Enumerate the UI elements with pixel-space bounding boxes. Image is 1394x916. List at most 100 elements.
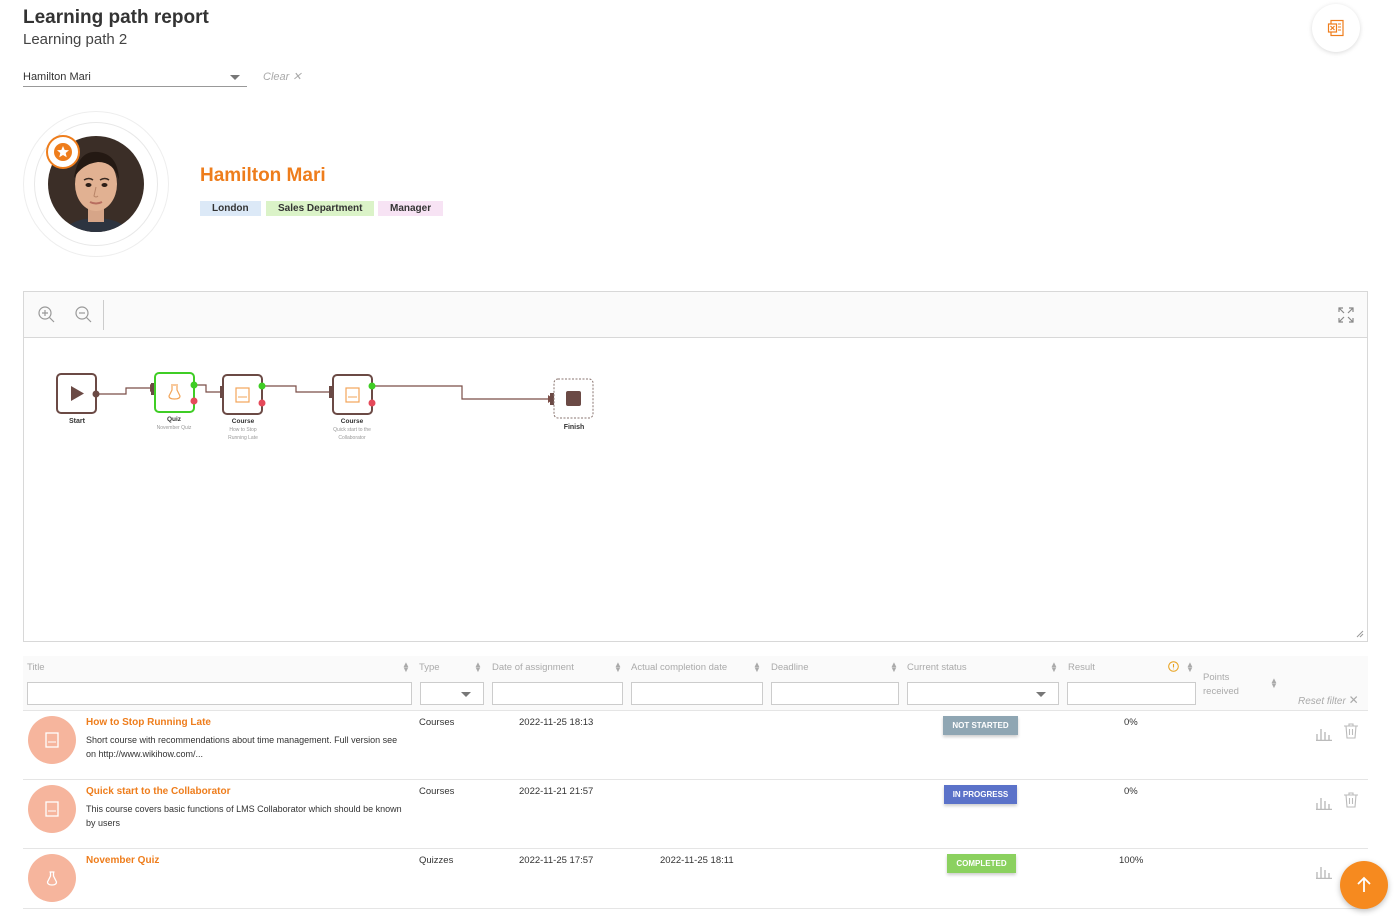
table-row: Quick start to the Collaborator This cou… xyxy=(23,780,1368,849)
user-select-value: Hamilton Mari xyxy=(23,71,91,83)
sort-icon[interactable]: ▲ ▼ xyxy=(402,661,410,674)
item-type: Courses xyxy=(419,786,455,797)
item-type: Courses xyxy=(419,717,455,728)
diagram-node-sublabel: November Quiz xyxy=(157,425,192,431)
diagram-node-sublabel: Running Late xyxy=(228,435,258,441)
close-icon: ✕ xyxy=(1348,693,1359,707)
diagram-node-sublabel: How to Stop xyxy=(229,427,256,433)
item-title-link[interactable]: How to Stop Running Late xyxy=(86,717,211,728)
course-icon xyxy=(28,716,76,764)
chevron-down-icon xyxy=(461,692,471,697)
scroll-to-top-button[interactable] xyxy=(1340,861,1388,909)
diagram-node-label: Start xyxy=(69,418,86,425)
item-type: Quizzes xyxy=(419,855,454,866)
star-icon xyxy=(54,143,72,161)
learning-path-diagram: Start Quiz November Quiz Course How to S… xyxy=(23,291,1368,642)
result-filter-input[interactable] xyxy=(1067,682,1196,705)
reset-filter-label: Reset filter xyxy=(1298,696,1346,707)
statistics-icon[interactable] xyxy=(1315,725,1333,741)
finish-node[interactable] xyxy=(550,378,594,419)
sort-icon[interactable]: ▲ ▼ xyxy=(1270,677,1278,690)
sort-icon[interactable]: ▲ ▼ xyxy=(614,661,622,674)
column-header-points[interactable]: Points xyxy=(1203,672,1229,683)
item-title-link[interactable]: Quick start to the Collaborator xyxy=(86,786,230,797)
start-node[interactable] xyxy=(56,373,100,414)
profile-name: Hamilton Mari xyxy=(200,165,326,186)
sort-icon[interactable]: ▲ ▼ xyxy=(474,661,482,674)
connector xyxy=(262,385,329,393)
item-completion-date: 2022-11-25 18:11 xyxy=(660,855,734,866)
user-select[interactable]: Hamilton Mari xyxy=(23,68,247,87)
sort-icon[interactable]: ▲ ▼ xyxy=(890,661,898,674)
close-icon: ✕ xyxy=(292,71,302,83)
zoom-in-button[interactable] xyxy=(37,305,57,325)
clear-button[interactable]: Clear ✕ xyxy=(263,70,302,83)
fullscreen-button[interactable] xyxy=(1336,305,1356,325)
excel-export-icon xyxy=(1327,19,1344,37)
trash-icon[interactable] xyxy=(1343,722,1359,740)
diagram-node-sublabel: Quick start to the xyxy=(333,427,371,433)
diagram-node-label: Course xyxy=(341,418,364,425)
info-icon[interactable] xyxy=(1168,661,1179,675)
star-badge xyxy=(46,135,80,169)
resize-handle xyxy=(1356,630,1364,638)
page-subtitle: Learning path 2 xyxy=(23,31,128,48)
tag-location: London xyxy=(200,201,261,216)
arrow-up-icon xyxy=(1357,876,1371,892)
table-header: Title ▲ ▼ Type ▲ ▼ Date of assignment ▲ ▼ A… xyxy=(23,656,1368,711)
item-description: Short course with recommendations about … xyxy=(86,735,398,759)
fullscreen-icon xyxy=(1338,307,1354,323)
toolbar-divider xyxy=(103,300,104,330)
chevron-down-icon xyxy=(1036,692,1046,697)
column-header-title[interactable]: Title xyxy=(27,662,45,673)
quiz-icon xyxy=(28,854,76,902)
table-row: How to Stop Running Late Short course wi… xyxy=(23,711,1368,780)
column-header-result[interactable]: Result xyxy=(1068,662,1095,673)
sort-icon[interactable]: ▲ ▼ xyxy=(1186,661,1194,674)
connector xyxy=(194,384,220,393)
column-header-status[interactable]: Current status xyxy=(907,662,967,673)
diagram-node-label: Quiz xyxy=(167,416,182,423)
item-assignment-date: 2022-11-25 18:13 xyxy=(519,717,594,728)
zoom-out-button[interactable] xyxy=(74,305,94,325)
connector xyxy=(97,387,150,395)
completion-date-filter[interactable] xyxy=(631,682,763,705)
column-header-deadline[interactable]: Deadline xyxy=(771,662,809,673)
trash-icon[interactable] xyxy=(1343,791,1359,809)
item-title-link[interactable]: November Quiz xyxy=(86,855,159,866)
diagram-node-sublabel: Collaborator xyxy=(338,435,366,441)
clear-label: Clear xyxy=(263,71,290,83)
diagram-toolbar xyxy=(24,292,1367,338)
column-header-type[interactable]: Type xyxy=(419,662,440,673)
item-description: This course covers basic functions of LM… xyxy=(86,804,402,828)
type-filter-select[interactable] xyxy=(420,682,484,705)
column-header-points-line2: received xyxy=(1203,686,1239,697)
chevron-down-icon xyxy=(230,75,240,80)
title-filter-input[interactable] xyxy=(27,682,412,705)
sort-icon[interactable]: ▲ ▼ xyxy=(1050,661,1058,674)
status-badge: COMPLETED xyxy=(947,854,1016,873)
export-excel-button[interactable] xyxy=(1312,4,1360,52)
zoom-in-icon xyxy=(38,306,55,323)
sort-icon[interactable]: ▲ ▼ xyxy=(753,661,761,674)
column-header-assignment-date[interactable]: Date of assignment xyxy=(492,662,574,673)
diagram-canvas: Start Quiz November Quiz Course How to S… xyxy=(56,372,1364,638)
item-assignment-date: 2022-11-25 17:57 xyxy=(519,855,594,866)
column-header-completion-date[interactable]: Actual completion date xyxy=(631,662,727,673)
status-badge: NOT STARTED xyxy=(943,716,1018,735)
status-filter-select[interactable] xyxy=(907,682,1059,705)
status-badge: IN PROGRESS xyxy=(944,785,1017,804)
reset-filter-button[interactable]: Reset filter ✕ xyxy=(1298,693,1359,707)
diagram-node-label: Finish xyxy=(564,424,585,431)
course-node[interactable] xyxy=(329,374,376,415)
course-node[interactable] xyxy=(220,374,266,415)
deadline-filter[interactable] xyxy=(771,682,899,705)
page-title: Learning path report xyxy=(23,7,209,28)
item-assignment-date: 2022-11-21 21:57 xyxy=(519,786,594,797)
statistics-icon[interactable] xyxy=(1315,863,1333,879)
tag-position: Manager xyxy=(378,201,444,216)
table-row: November Quiz Quizzes 2022-11-25 17:57 2… xyxy=(23,849,1368,909)
assignment-date-filter[interactable] xyxy=(492,682,623,705)
quiz-node[interactable] xyxy=(151,372,198,413)
statistics-icon[interactable] xyxy=(1315,794,1333,810)
